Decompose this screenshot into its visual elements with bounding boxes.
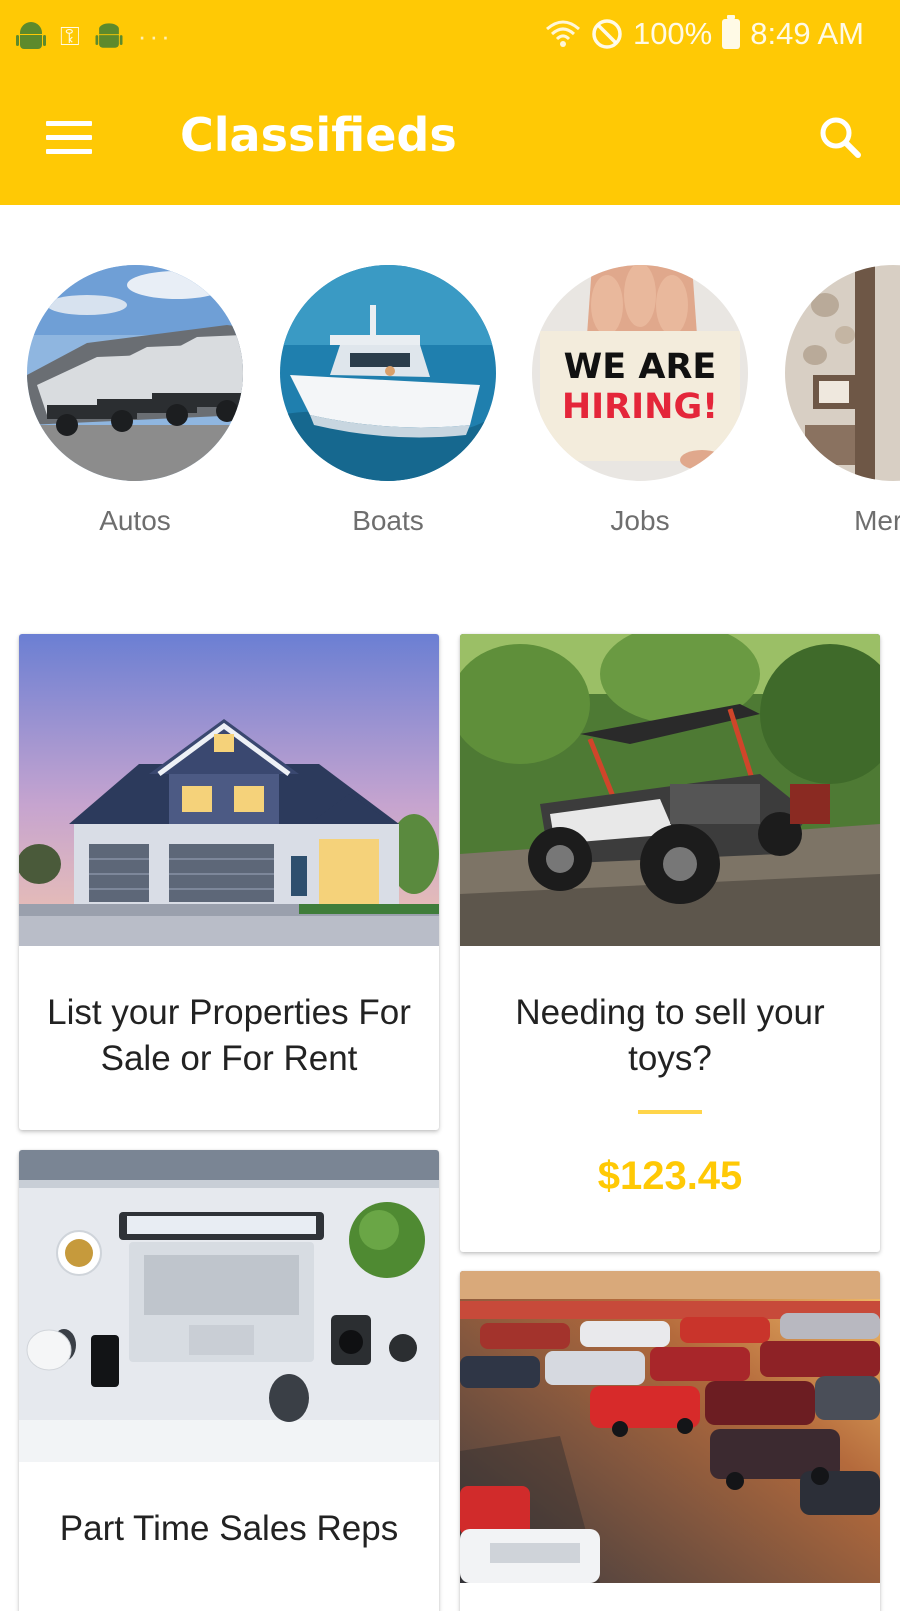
- category-image-jobs: WE ARE HIRING!: [532, 265, 748, 481]
- wifi-icon: [545, 20, 580, 47]
- category-label: Autos: [99, 505, 171, 536]
- listing-card[interactable]: List your Properties For Sale or For Ren…: [19, 634, 439, 1130]
- listing-caption: List your Properties For Sale or For Ren…: [47, 993, 411, 1078]
- category-image-merch: [785, 265, 900, 481]
- toolbar: Classifieds: [0, 72, 900, 205]
- listing-card[interactable]: Needing to sell your toys? $123.45: [460, 634, 880, 1252]
- battery-percent: 100%: [632, 16, 713, 51]
- listing-caption: Part Time Sales Reps: [59, 1509, 399, 1548]
- category-merch[interactable]: Merch: [785, 265, 900, 537]
- battery-icon: [722, 15, 741, 49]
- sign-text-line1: WE ARE: [563, 347, 717, 387]
- search-button[interactable]: [810, 107, 872, 169]
- listing-image-house: [19, 634, 439, 946]
- listing-caption: Needing to sell your toys?: [515, 993, 825, 1078]
- category-jobs[interactable]: WE ARE HIRING! Jobs: [532, 265, 748, 537]
- category-image-boats: [280, 265, 496, 481]
- category-image-autos: [27, 265, 243, 481]
- do-not-disturb-icon: [592, 19, 622, 49]
- android-icon: [16, 20, 46, 52]
- system-status: 100% 8:49 AM: [545, 15, 864, 52]
- sign-text-line2: HIRING!: [561, 387, 719, 427]
- listing-image-offroad-buggy: [460, 634, 880, 946]
- clock: 8:49 AM: [750, 16, 864, 51]
- listing-price: $123.45: [597, 1154, 743, 1198]
- hamburger-menu-button[interactable]: [38, 107, 100, 169]
- category-label: Jobs: [610, 505, 670, 536]
- app-bar: ⚿ ··· 100% 8:49 AM Classifieds: [0, 0, 900, 205]
- category-label: Boats: [352, 505, 424, 536]
- listing-card[interactable]: [460, 1271, 880, 1611]
- key-icon: ⚿: [60, 21, 80, 51]
- price-divider: [638, 1110, 702, 1114]
- app-title: Classifieds: [180, 108, 457, 162]
- listing-image-car-lot: [460, 1271, 880, 1583]
- category-autos[interactable]: Autos: [27, 265, 243, 537]
- category-label: Merch: [854, 505, 900, 536]
- category-carousel[interactable]: Autos Boats WE ARE HIRING! Jobs Mer: [0, 205, 900, 585]
- status-bar: ⚿ ··· 100% 8:49 AM: [0, 0, 900, 72]
- more-icon: ···: [137, 21, 173, 51]
- notification-icons: ⚿ ···: [16, 20, 173, 52]
- android-debug-icon: [95, 22, 123, 51]
- category-boats[interactable]: Boats: [280, 265, 496, 537]
- search-icon: [820, 117, 861, 158]
- listing-image-desk-laptop: [19, 1150, 439, 1462]
- listing-card[interactable]: Part Time Sales Reps: [19, 1150, 439, 1611]
